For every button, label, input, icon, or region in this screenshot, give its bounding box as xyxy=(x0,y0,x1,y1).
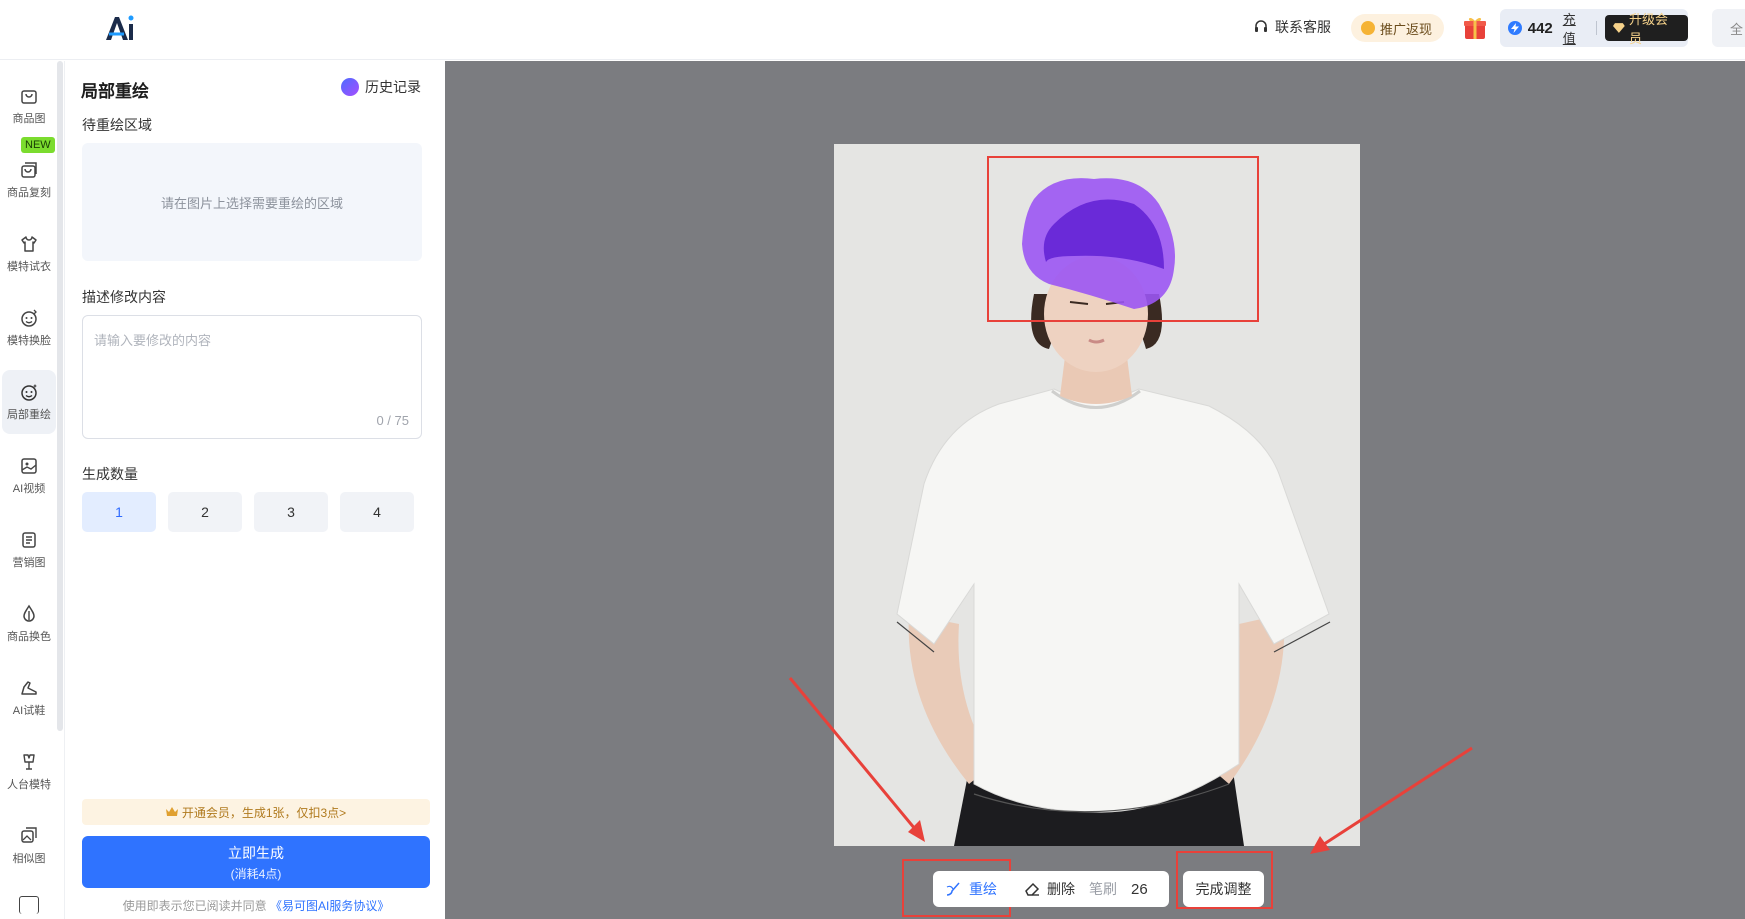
promo-cashback-button[interactable]: 推广返现 xyxy=(1351,14,1445,42)
promo-label: 推广返现 xyxy=(1380,21,1433,37)
top-header: 联系客服 推广返现 442 充值 升级会员 全 xyxy=(0,0,1745,60)
nav-label: 局部重绘 xyxy=(7,409,51,421)
nav-item-product-copy[interactable]: 商品复刻 xyxy=(2,148,56,212)
nav-label: 商品换色 xyxy=(7,631,51,643)
brush-icon xyxy=(946,882,960,896)
vip-promo-bar[interactable]: 开通会员，生成1张，仅扣3点> xyxy=(82,799,430,825)
credits-panel: 442 充值 升级会员 xyxy=(1500,9,1689,47)
shopping-bag-icon xyxy=(21,90,37,104)
credits-count: 442 xyxy=(1527,19,1553,37)
quantity-option-1[interactable]: 1 xyxy=(82,492,156,532)
nav-label: 模特换脸 xyxy=(7,335,51,347)
headset-icon xyxy=(1255,20,1267,32)
repaint-panel: 局部重绘 历史记录 待重绘区域 请在图片上选择需要重绘的区域 描述修改内容 请输… xyxy=(64,61,445,919)
repaint-tool-button[interactable]: 重绘 xyxy=(945,879,997,899)
support-label: 联系客服 xyxy=(1275,19,1331,35)
generate-cost: (消耗4点) xyxy=(230,866,282,881)
nav-label: 商品复刻 xyxy=(7,187,51,199)
agreement-text: 使用即表示您已阅读并同意 《易可图AI服务协议》 xyxy=(82,897,430,914)
coin-icon xyxy=(1361,21,1375,35)
history-button[interactable]: 历史记录 xyxy=(341,77,421,97)
shoe-icon xyxy=(21,681,37,695)
mannequin-icon xyxy=(23,754,35,770)
repaint-toolbar: 重绘 删除 笔刷 26 xyxy=(933,871,1169,907)
char-count: 0 / 75 xyxy=(376,413,409,428)
nav-item-partial-repaint[interactable]: 局部重绘 xyxy=(2,370,56,434)
history-label: 历史记录 xyxy=(365,79,421,95)
app-logo[interactable] xyxy=(104,12,136,44)
nav-label: 营销图 xyxy=(12,557,46,569)
service-agreement-link[interactable]: 《易可图AI服务协议》 xyxy=(270,899,389,913)
erase-tool-button[interactable]: 删除 xyxy=(1023,879,1075,899)
upgrade-label: 升级会员 xyxy=(1629,12,1669,46)
quantity-option-4[interactable]: 4 xyxy=(340,492,414,532)
erase-tool-label: 删除 xyxy=(1047,881,1075,897)
face-swap-icon xyxy=(21,309,37,327)
nav-item-product-image[interactable]: 商品图 xyxy=(2,74,56,138)
nav-label: AI试鞋 xyxy=(12,705,46,717)
video-icon xyxy=(21,458,37,474)
quantity-option-3[interactable]: 3 xyxy=(254,492,328,532)
annotation-arrow-right xyxy=(1310,746,1473,854)
nav-item-ai-video[interactable]: AI视频 xyxy=(2,444,56,508)
nav-item-mannequin[interactable]: 人台模特 xyxy=(2,740,56,804)
customer-support-link[interactable]: 联系客服 xyxy=(1253,17,1331,37)
brush-size-label: 笔刷 xyxy=(1089,881,1117,897)
description-label: 描述修改内容 xyxy=(82,289,166,305)
region-label: 待重绘区域 xyxy=(82,117,152,133)
similar-image-icon xyxy=(21,827,37,843)
copy-bag-icon xyxy=(21,162,37,178)
fullscreen-button[interactable]: 全 xyxy=(1712,9,1745,47)
nav-item-more-icon[interactable] xyxy=(19,896,39,914)
agreement-prefix: 使用即表示您已阅读并同意 xyxy=(122,899,267,913)
nav-label: 商品图 xyxy=(12,113,46,125)
generate-label: 立即生成 xyxy=(228,844,284,861)
nav-item-model-tryon[interactable]: 模特试衣 xyxy=(2,222,56,286)
nav-item-face-swap[interactable]: 模特换脸 xyxy=(2,296,56,360)
nav-item-ai-shoe[interactable]: AI试鞋 xyxy=(2,666,56,730)
divider xyxy=(1596,21,1598,35)
region-placeholder: 请在图片上选择需要重绘的区域 xyxy=(160,195,343,211)
description-placeholder: 请输入要修改的内容 xyxy=(94,333,212,348)
generate-button[interactable]: 立即生成 (消耗4点) xyxy=(82,836,430,888)
description-textarea[interactable]: 请输入要修改的内容 0 / 75 xyxy=(82,315,422,439)
nav-label: 模特试衣 xyxy=(7,261,51,273)
recharge-link[interactable]: 充值 xyxy=(1563,9,1589,47)
annotation-arrow-left xyxy=(788,677,925,842)
repaint-region-box[interactable]: 请在图片上选择需要重绘的区域 xyxy=(82,143,422,261)
upgrade-vip-button[interactable]: 升级会员 xyxy=(1605,12,1689,46)
nav-label: AI视频 xyxy=(12,483,46,495)
nav-item-color-change[interactable]: 商品换色 xyxy=(2,592,56,656)
annotation-box-hat xyxy=(987,156,1259,322)
lightning-icon xyxy=(1508,21,1522,35)
done-adjust-label: 完成调整 xyxy=(1195,881,1252,897)
history-icon xyxy=(341,78,359,96)
done-adjust-button[interactable]: 完成调整 xyxy=(1183,871,1264,907)
quantity-label: 生成数量 xyxy=(82,466,138,482)
nav-scrollbar[interactable] xyxy=(57,61,63,731)
poster-icon xyxy=(22,532,36,548)
quantity-option-2[interactable]: 2 xyxy=(168,492,242,532)
color-drop-icon xyxy=(23,604,35,622)
brush-size-value[interactable]: 26 xyxy=(1131,881,1148,898)
nav-label: 人台模特 xyxy=(7,779,51,791)
gift-icon[interactable] xyxy=(1462,15,1488,41)
panel-title: 局部重绘 xyxy=(81,82,149,101)
nav-item-marketing-image[interactable]: 营销图 xyxy=(2,518,56,582)
crown-icon xyxy=(165,807,178,816)
nav-label: 相似图 xyxy=(12,853,46,865)
tshirt-icon xyxy=(21,236,37,252)
diamond-icon xyxy=(1613,23,1626,33)
repaint-tool-label: 重绘 xyxy=(969,881,997,897)
eraser-icon xyxy=(1025,882,1040,896)
promo-text: 开通会员，生成1张，仅扣3点> xyxy=(181,805,347,820)
smile-icon xyxy=(21,384,37,401)
nav-item-similar-image[interactable]: 相似图 xyxy=(2,814,56,878)
